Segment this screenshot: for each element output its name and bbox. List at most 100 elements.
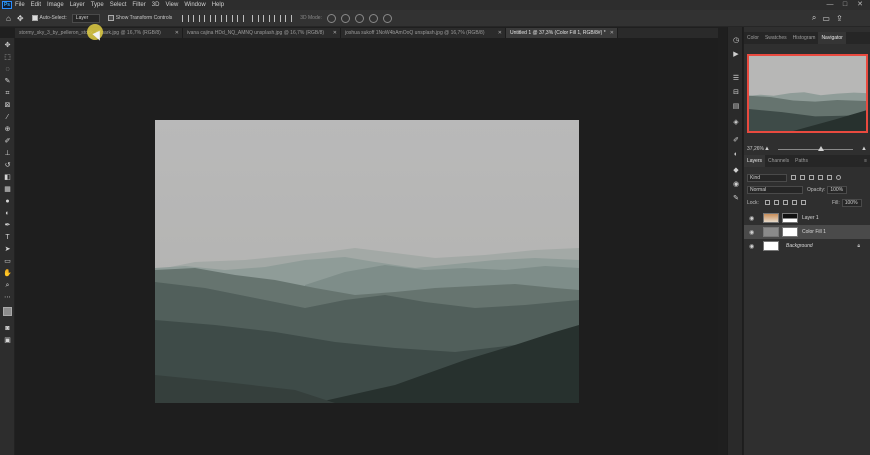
eyedropper-icon[interactable]: ⁄ (3, 113, 12, 122)
align-left-icon[interactable] (182, 14, 190, 22)
layer-mask-thumbnail[interactable] (782, 227, 798, 237)
layers-panel-icon[interactable]: ◆ (732, 167, 740, 175)
lock-image-icon[interactable] (773, 200, 779, 205)
distribute-spacing-icon[interactable] (285, 14, 293, 22)
history-panel-icon[interactable]: ◷ (732, 37, 740, 45)
align-center-icon[interactable] (193, 14, 201, 22)
zoom-in-icon[interactable]: ▲ (861, 146, 867, 152)
opacity-input[interactable]: 100% (827, 185, 848, 194)
gradient-icon[interactable]: ▦ (3, 185, 12, 194)
tab-ivana-cajina[interactable]: ivana cajina HDd_NQ_AMNQ unsplash.jpg @ … (183, 28, 341, 38)
filter-adjustment-icon[interactable] (800, 175, 805, 180)
search-icon[interactable]: ⌕ (812, 13, 816, 23)
brush-tool-icon[interactable]: ✐ (3, 137, 12, 146)
blur-icon[interactable]: ● (3, 197, 12, 206)
tab-histogram[interactable]: Histogram (790, 32, 819, 44)
filter-toggle-icon[interactable] (836, 175, 841, 180)
layer-row-layer-1[interactable]: ◉ Layer 1 (744, 211, 870, 225)
libraries-panel-icon[interactable]: ▤ (732, 103, 740, 111)
orbit-3d-icon[interactable] (326, 13, 336, 23)
slide-3d-icon[interactable] (368, 13, 378, 23)
close-tab-icon[interactable]: ✕ (175, 28, 179, 38)
filter-kind-dropdown[interactable]: Kind (747, 173, 787, 182)
tab-untitled-1[interactable]: Untitled 1 @ 37,3% (Color Fill 1, RGB/8#… (506, 28, 618, 38)
lasso-tool-icon[interactable]: ◌ (3, 65, 12, 74)
frame-tool-icon[interactable]: ⊠ (3, 101, 12, 110)
pen-tool-icon[interactable]: ✒ (3, 221, 12, 230)
quick-mask-icon[interactable]: ◙ (3, 324, 12, 333)
lock-position-icon[interactable] (782, 200, 788, 205)
home-icon[interactable]: ⌂ (6, 14, 11, 23)
channels-panel-icon[interactable]: ◉ (732, 181, 740, 189)
menu-file[interactable]: File (15, 2, 25, 8)
visibility-eye-icon[interactable]: ◉ (749, 243, 759, 250)
tab-navigator[interactable]: Navigator (818, 32, 846, 44)
roll-3d-icon[interactable] (340, 13, 350, 23)
zoom-value[interactable]: 37,26% (747, 146, 764, 152)
menu-view[interactable]: View (165, 2, 178, 8)
auto-select-checkbox[interactable] (31, 15, 38, 21)
close-tab-icon[interactable]: ✕ (610, 28, 614, 38)
filter-type-icon[interactable] (809, 175, 814, 180)
share-icon[interactable]: ⇪ (836, 14, 843, 23)
canvas-area[interactable] (15, 38, 718, 455)
lock-all-icon[interactable] (800, 200, 806, 205)
menu-image[interactable]: Image (47, 2, 64, 8)
filter-pixel-icon[interactable] (791, 175, 796, 180)
menu-window[interactable]: Window (184, 2, 205, 8)
tab-layers[interactable]: Layers (744, 155, 766, 167)
align-middle-icon[interactable] (226, 14, 234, 22)
menu-help[interactable]: Help (212, 2, 224, 8)
foreground-color-swatch[interactable] (3, 307, 12, 316)
fill-input[interactable]: 100% (841, 198, 862, 207)
crop-tool-icon[interactable]: ⌗ (3, 89, 12, 98)
distribute-icon[interactable] (252, 14, 260, 22)
zoom-slider-handle[interactable] (817, 145, 824, 151)
menu-layer[interactable]: Layer (70, 2, 85, 8)
navigator-preview[interactable] (747, 54, 868, 133)
layer-name[interactable]: Color Fill 1 (802, 229, 826, 235)
tab-paths[interactable]: Paths (792, 155, 811, 167)
lock-artboard-icon[interactable] (791, 200, 797, 205)
tab-color[interactable]: Color (744, 32, 762, 44)
clone-stamp-icon[interactable]: ⊥ (3, 149, 12, 158)
more-tools-icon[interactable]: ⋯ (3, 293, 12, 302)
layer-row-background[interactable]: ◉ Background 🔒︎ (744, 239, 870, 253)
brush-settings-icon[interactable]: ✐ (732, 137, 740, 145)
document-canvas[interactable] (155, 120, 579, 403)
marquee-tool-icon[interactable]: ⬚ (3, 53, 12, 62)
close-tab-icon[interactable]: ✕ (333, 28, 337, 38)
tab-swatches[interactable]: Swatches (762, 32, 790, 44)
menu-filter[interactable]: Filter (132, 2, 145, 8)
tab-joshua-sukoff[interactable]: joshua sukoff 1NoW4bAmOoQ unsplash.jpg @… (341, 28, 506, 38)
distribute-vertical-icon[interactable] (274, 14, 282, 22)
blend-mode-dropdown[interactable]: Normal (747, 185, 803, 194)
properties-panel-icon[interactable]: ☰ (732, 75, 740, 83)
pan-3d-icon[interactable] (354, 13, 364, 23)
color-panel-icon[interactable]: ◐ (732, 151, 740, 159)
distribute-horizontal-icon[interactable] (263, 14, 271, 22)
eraser-icon[interactable]: ◧ (3, 173, 12, 182)
layer-mask-thumbnail[interactable] (782, 213, 798, 223)
menu-type[interactable]: Type (91, 2, 104, 8)
actions-panel-icon[interactable]: ▶ (732, 51, 740, 59)
menu-select[interactable]: Select (110, 2, 127, 8)
visibility-eye-icon[interactable]: ◉ (749, 229, 759, 236)
close-button[interactable]: ✕ (856, 1, 864, 9)
layer-row-color-fill-1[interactable]: ◉ Color Fill 1 (744, 225, 870, 239)
screen-mode-icon[interactable]: ▣ (3, 336, 12, 345)
hand-tool-icon[interactable]: ✋ (3, 269, 12, 278)
zoom-tool-icon[interactable]: ⌕ (3, 281, 12, 290)
move-tool-icon[interactable]: ✥ (3, 41, 12, 50)
3d-panel-icon[interactable]: ◈ (732, 119, 740, 127)
type-tool-icon[interactable]: T (3, 233, 12, 242)
workspace-icon[interactable]: ▭ (822, 14, 830, 23)
path-select-icon[interactable]: ➤ (3, 245, 12, 254)
layer-name[interactable]: Layer 1 (802, 215, 819, 221)
shape-tool-icon[interactable]: ▭ (3, 257, 12, 266)
panel-menu-icon[interactable]: ≡ (861, 155, 870, 167)
minimize-button[interactable]: — (826, 1, 834, 9)
tab-channels[interactable]: Channels (765, 155, 792, 167)
align-bottom-icon[interactable] (237, 14, 245, 22)
maximize-button[interactable]: □ (841, 1, 849, 9)
